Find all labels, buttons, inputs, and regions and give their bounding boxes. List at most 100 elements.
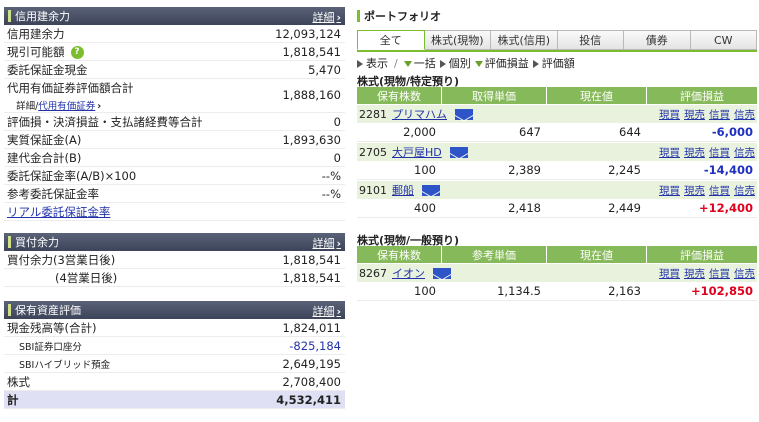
stock-value-row: 400 2,418 2,449 +12,400 [357, 199, 757, 218]
margin-buy-link[interactable]: 信買 [709, 183, 730, 198]
buying-rows: 買付余力(3営業日後) 1,818,541 (4営業日後) 1,818,541 [4, 251, 345, 287]
portfolio-tabs: 全て 株式(現物) 株式(信用) 投信 債券 CW [357, 30, 757, 50]
left-column: 信用建余力 詳細 › 信用建余力 12,093,124 現引可能額? 1,818,… [4, 7, 345, 409]
cash-buy-link[interactable]: 現買 [659, 183, 680, 198]
cash-sell-link[interactable]: 現売 [684, 107, 705, 122]
credit-row: 評価損・決済損益・支払諸経費等合計 0 [4, 113, 345, 131]
assets-rows: 現金残高等(合計) 1,824,011 SBI証券口座分 -825,184 SB… [4, 319, 345, 409]
tab-cw[interactable]: CW [690, 30, 757, 50]
stock-name-row: 9101 郵船 現買 現売 信買 信売 [357, 180, 757, 199]
mail-icon[interactable] [455, 108, 473, 120]
tab-bonds[interactable]: 債券 [624, 30, 691, 50]
cash-buy-link[interactable]: 現買 [659, 107, 680, 122]
margin-sell-link[interactable]: 信売 [734, 183, 755, 198]
view-bulk-option[interactable]: 一括 [403, 55, 436, 71]
tab-all[interactable]: 全て [357, 30, 425, 50]
credit-panel-title: 信用建余力 [15, 10, 70, 23]
tab-stock-cash[interactable]: 株式(現物) [424, 30, 491, 50]
view-valuation-option[interactable]: 評価額 [532, 55, 575, 71]
stock-name-row: 2281 プリマハム 現買 現売 信買 信売 [357, 104, 757, 123]
asset-row: SBI証券口座分 -825,184 [4, 337, 345, 355]
portfolio-title: ポートフォリオ [357, 7, 757, 25]
margin-buy-link[interactable]: 信買 [709, 266, 730, 281]
credit-row: 委託保証金率(A/B)×100 --% [4, 167, 345, 185]
assets-panel-title: 保有資産評価 [15, 304, 81, 317]
stock-name-row: 2705 大戸屋HD 現買 現売 信買 信売 [357, 142, 757, 161]
assets-panel-header: 保有資産評価 詳細 › [4, 301, 345, 319]
credit-row: 委託保証金現金 5,470 [4, 61, 345, 79]
triangle-right-icon [532, 60, 539, 68]
collateral-securities-link[interactable]: 代用有価証券 [38, 101, 95, 112]
table-header: 保有株数 参考単価 現在値 評価損益 [357, 246, 757, 263]
margin-sell-link[interactable]: 信売 [734, 145, 755, 160]
stock-value-row: 100 2,389 2,245 -14,400 [357, 161, 757, 180]
buying-detail-link[interactable]: 詳細 › [312, 235, 341, 251]
table-header: 保有株数 取得単価 現在値 評価損益 [357, 87, 757, 104]
cash-sell-link[interactable]: 現売 [684, 183, 705, 198]
credit-panel: 信用建余力 詳細 › 信用建余力 12,093,124 現引可能額? 1,818,… [4, 7, 345, 221]
asset-total-row: 計 4,532,411 [4, 391, 345, 409]
tab-underline [357, 50, 757, 52]
buying-panel-header: 買付余力 詳細 › [4, 233, 345, 251]
cash-sell-link[interactable]: 現売 [684, 266, 705, 281]
mail-icon[interactable] [449, 146, 468, 158]
stock-name-link[interactable]: プリマハム [392, 106, 447, 122]
credit-row: リアル委託保証金率 [4, 203, 345, 221]
credit-row: 信用建余力 12,093,124 [4, 25, 345, 43]
stock-name-link[interactable]: 大戸屋HD [392, 144, 442, 160]
mail-icon[interactable] [433, 267, 451, 279]
credit-rows: 信用建余力 12,093,124 現引可能額? 1,818,541 委託保証金現… [4, 25, 345, 221]
cash-buy-link[interactable]: 現買 [659, 266, 680, 281]
view-pl-option[interactable]: 評価損益 [474, 55, 529, 71]
section-title-general: 株式(現物/一般預り) [357, 234, 460, 247]
trade-actions: 現買 現売 信買 信売 [647, 145, 757, 160]
header-accent-bar [8, 10, 11, 22]
chevron-right-icon: › [336, 11, 341, 24]
holdings-table-general: 保有株数 参考単価 現在値 評価損益 8267 イオン 現買 現売 信買 信売 … [357, 246, 757, 301]
tab-funds[interactable]: 投信 [557, 30, 624, 50]
margin-buy-link[interactable]: 信買 [709, 145, 730, 160]
credit-row: 参考委託保証金率 --% [4, 185, 345, 203]
cash-sell-link[interactable]: 現売 [684, 145, 705, 160]
margin-buy-link[interactable]: 信買 [709, 107, 730, 122]
triangle-down-icon [403, 61, 412, 67]
cash-buy-link[interactable]: 現買 [659, 145, 680, 160]
credit-row: 建代金合計(B) 0 [4, 149, 345, 167]
trade-actions: 現買 現売 信買 信売 [647, 183, 757, 198]
buying-row: 買付余力(3営業日後) 1,818,541 [4, 251, 345, 269]
portfolio-column: ポートフォリオ 全て 株式(現物) 株式(信用) 投信 債券 CW 表示 / 一… [357, 7, 757, 301]
stock-name-link[interactable]: イオン [392, 265, 425, 281]
credit-row: 実質保証金(A) 1,893,630 [4, 131, 345, 149]
buying-panel-title: 買付余力 [15, 236, 59, 249]
chevron-right-icon: › [336, 237, 341, 250]
asset-row: 株式 2,708,400 [4, 373, 345, 391]
assets-detail-link[interactable]: 詳細 › [312, 303, 341, 319]
buying-row: (4営業日後) 1,818,541 [4, 269, 345, 287]
trade-actions: 現買 現売 信買 信売 [647, 107, 757, 122]
header-accent-bar [8, 236, 11, 248]
trade-actions: 現買 現売 信買 信売 [647, 266, 757, 281]
buying-power-panel: 買付余力 詳細 › 買付余力(3営業日後) 1,818,541 (4営業日後) 1… [4, 233, 345, 287]
real-margin-rate-link[interactable]: リアル委託保証金率 [7, 204, 110, 220]
margin-sell-link[interactable]: 信売 [734, 266, 755, 281]
asset-row: SBIハイブリッド預金 2,649,195 [4, 355, 345, 373]
view-options-bar: 表示 / 一括 個別 評価損益 評価額 [357, 55, 757, 71]
credit-panel-header: 信用建余力 詳細 › [4, 7, 345, 25]
mail-icon[interactable] [422, 184, 440, 196]
triangle-down-icon [474, 61, 483, 67]
stock-value-row: 100 1,134.5 2,163 +102,850 [357, 282, 757, 301]
credit-row: 代用有価証券評価額合計 詳細/代用有価証券 › 1,888,160 [4, 79, 345, 113]
stock-value-row: 2,000 647 644 -6,000 [357, 123, 757, 142]
chevron-right-icon: › [97, 101, 102, 112]
view-individual-option[interactable]: 個別 [439, 55, 471, 71]
title-accent-bar [357, 10, 360, 22]
help-icon[interactable]: ? [70, 45, 84, 59]
credit-detail-link[interactable]: 詳細 › [312, 9, 341, 25]
chevron-right-icon: › [336, 305, 341, 318]
stock-name-link[interactable]: 郵船 [392, 182, 414, 198]
triangle-right-icon [357, 60, 363, 68]
stock-name-row: 8267 イオン 現買 現売 信買 信売 [357, 263, 757, 282]
tab-stock-margin[interactable]: 株式(信用) [491, 30, 558, 50]
asset-row: 現金残高等(合計) 1,824,011 [4, 319, 345, 337]
margin-sell-link[interactable]: 信売 [734, 107, 755, 122]
